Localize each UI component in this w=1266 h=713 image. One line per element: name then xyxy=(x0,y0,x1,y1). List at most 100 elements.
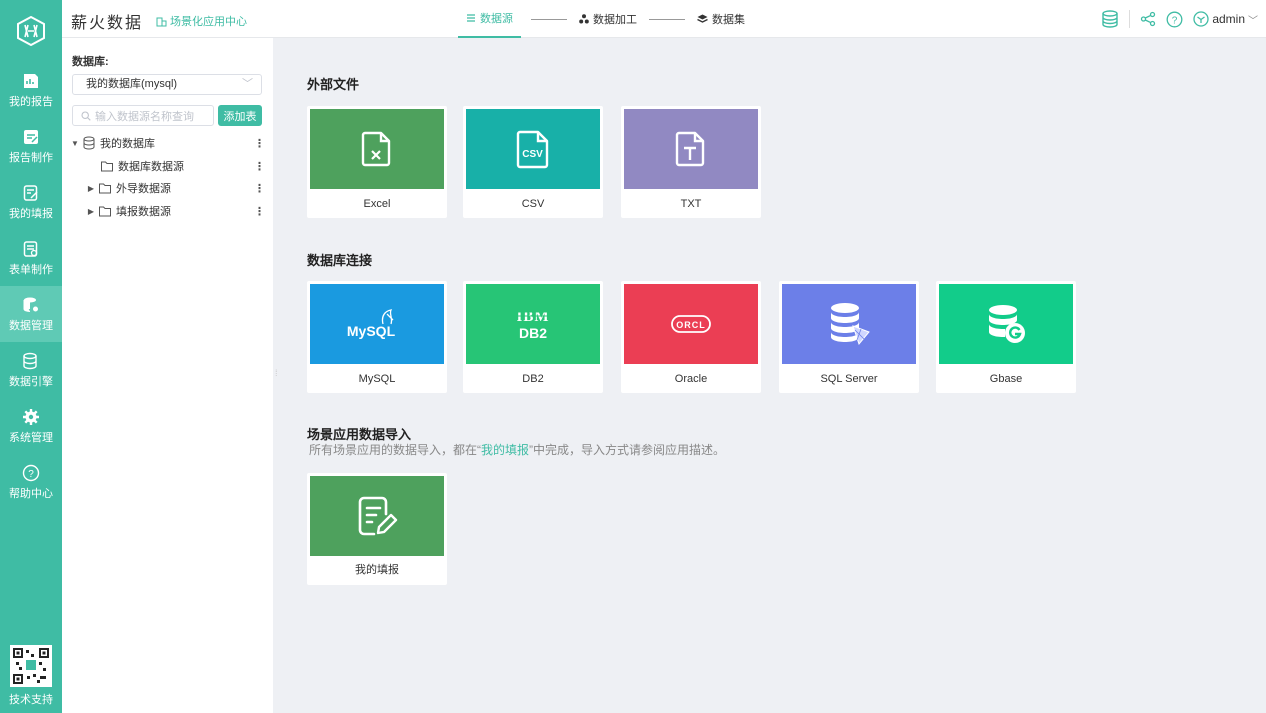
tree-node-db-datasource[interactable]: 数据库数据源 ⋮ xyxy=(62,155,273,177)
mysql-tile: MySQL xyxy=(310,284,444,364)
ibm-db2-logo-icon: IBMDB2 xyxy=(517,309,549,341)
db2-tile: IBM DB2 xyxy=(466,284,600,364)
card-label: Excel xyxy=(363,198,391,210)
more-icon[interactable]: ⋮ xyxy=(254,205,265,218)
tech-support[interactable]: 技术支持 xyxy=(0,645,62,707)
svg-text:?: ? xyxy=(28,469,34,480)
report-edit-icon xyxy=(24,129,38,144)
datasource-search-input[interactable]: 输入数据源名称查询 xyxy=(72,105,214,126)
database-engine-icon xyxy=(23,352,37,369)
section-title-external-files: 外部文件 xyxy=(307,77,360,92)
help-icon: ? xyxy=(22,464,40,481)
help-icon[interactable]: ? xyxy=(1166,11,1183,28)
card-gbase[interactable]: Gbase xyxy=(936,281,1076,393)
my-forms-tile xyxy=(310,476,444,556)
svg-text:CSV: CSV xyxy=(522,149,543,160)
card-txt[interactable]: TXT xyxy=(621,106,761,218)
app-logo[interactable] xyxy=(0,0,62,62)
tree-node-label: 数据库数据源 xyxy=(118,161,184,173)
top-header: 薪火数据 场景化应用中心 数据源 数据加工 数据集 ? admin ﹀ xyxy=(62,0,1266,38)
database-icon xyxy=(83,136,95,150)
search-icon xyxy=(81,110,91,121)
sqlserver-tile xyxy=(782,284,916,364)
card-csv[interactable]: CSV CSV xyxy=(463,106,603,218)
nav-help-center[interactable]: ? 帮助中心 xyxy=(0,454,62,510)
tree-node-my-database[interactable]: ▼ 我的数据库 ⋮ xyxy=(62,132,273,154)
nav-label: 我的报告 xyxy=(9,95,53,108)
svg-text:DB2: DB2 xyxy=(519,325,547,341)
share-icon[interactable] xyxy=(1140,11,1156,27)
tree-node-form-datasource[interactable]: ▶ 填报数据源 ⋮ xyxy=(62,200,273,222)
more-icon[interactable]: ⋮ xyxy=(254,182,265,195)
card-label: MySQL xyxy=(358,373,396,385)
card-excel[interactable]: Excel xyxy=(307,106,447,218)
gbase-tile xyxy=(939,284,1073,364)
excel-file-icon xyxy=(361,131,391,167)
user-menu[interactable]: admin ﹀ xyxy=(1193,11,1258,27)
tab-dataset[interactable]: 数据集 xyxy=(695,0,747,38)
svg-text:ORCL: ORCL xyxy=(676,320,706,330)
user-cube-icon xyxy=(1193,11,1209,27)
card-mysql[interactable]: MySQL MySQL xyxy=(307,281,447,393)
tab-label: 数据集 xyxy=(712,14,745,26)
more-icon[interactable]: ⋮ xyxy=(254,137,265,150)
add-table-button[interactable]: 添加表 xyxy=(218,105,262,126)
scene-center-label: 场景化应用中心 xyxy=(170,16,247,28)
desc-text: 所有场景应用的数据导入，都在“ xyxy=(309,443,481,457)
nav-label: 表单制作 xyxy=(9,263,53,276)
tab-data-processing[interactable]: 数据加工 xyxy=(577,0,639,38)
nav-data-management[interactable]: 数据管理 xyxy=(0,286,62,342)
nav-my-reports[interactable]: 我的报告 xyxy=(0,62,62,118)
gbase-database-icon xyxy=(989,305,1025,343)
header-actions: ? admin ﹀ xyxy=(1101,0,1258,38)
tab-data-source[interactable]: 数据源 xyxy=(458,0,521,38)
card-oracle[interactable]: ORCL Oracle xyxy=(621,281,761,393)
card-my-forms[interactable]: 我的填报 xyxy=(307,473,447,585)
header-divider xyxy=(1129,10,1131,28)
layers-icon xyxy=(697,14,708,23)
qr-code-icon xyxy=(10,645,52,687)
nav-system-management[interactable]: 系统管理 xyxy=(0,398,62,454)
more-icon[interactable]: ⋮ xyxy=(254,160,265,173)
tree-node-label: 填报数据源 xyxy=(116,206,171,218)
step-connector xyxy=(531,18,567,20)
step-connector xyxy=(649,18,685,20)
database-select[interactable]: 我的数据库(mysql) ﹀ xyxy=(72,74,262,95)
card-label: DB2 xyxy=(522,373,544,385)
tree-node-label: 外导数据源 xyxy=(116,183,171,195)
tab-label: 数据源 xyxy=(480,13,513,25)
desc-text: ”中完成，导入方式请参阅应用描述。 xyxy=(529,443,726,457)
card-db2[interactable]: IBM DB2 DB2 xyxy=(463,281,603,393)
card-label: Oracle xyxy=(674,373,708,385)
txt-tile xyxy=(624,109,758,189)
tree-node-label: 我的数据库 xyxy=(100,138,155,150)
scene-center-link[interactable]: 场景化应用中心 xyxy=(156,13,247,29)
sql-server-database-icon xyxy=(831,303,870,346)
nodes-icon xyxy=(579,14,589,24)
caret-right-icon: ▶ xyxy=(87,183,95,193)
tree-node-imported-datasource[interactable]: ▶ 外导数据源 ⋮ xyxy=(62,177,273,199)
txt-file-icon xyxy=(675,131,705,167)
building-icon xyxy=(156,17,167,26)
logo-icon xyxy=(17,16,45,46)
oracle-logo-icon: ORCL xyxy=(671,315,711,333)
datasource-tree-panel: 数据库: 我的数据库(mysql) ﹀ 输入数据源名称查询 添加表 ▼ 我的数据… xyxy=(62,38,273,713)
oracle-tile: ORCL xyxy=(624,284,758,364)
card-sql-server[interactable]: SQL Server xyxy=(779,281,919,393)
card-label: CSV xyxy=(521,198,545,210)
database-icon[interactable] xyxy=(1101,10,1119,28)
svg-text:?: ? xyxy=(1172,15,1178,26)
nav-data-engine[interactable]: 数据引擎 xyxy=(0,342,62,398)
database-label: 数据库: xyxy=(72,56,109,68)
mysql-logo-icon: MySQL xyxy=(347,309,396,339)
brand-title: 薪火数据 xyxy=(71,15,144,32)
my-forms-link[interactable]: 我的填报 xyxy=(481,443,529,457)
nav-label: 我的填报 xyxy=(9,207,53,220)
section-title-database-connection: 数据库连接 xyxy=(307,253,373,268)
tech-support-label: 技术支持 xyxy=(9,694,53,706)
folder-icon xyxy=(99,183,111,194)
nav-form-design[interactable]: 表单制作 xyxy=(0,230,62,286)
nav-report-design[interactable]: 报告制作 xyxy=(0,118,62,174)
nav-my-forms[interactable]: 我的填报 xyxy=(0,174,62,230)
excel-tile xyxy=(310,109,444,189)
